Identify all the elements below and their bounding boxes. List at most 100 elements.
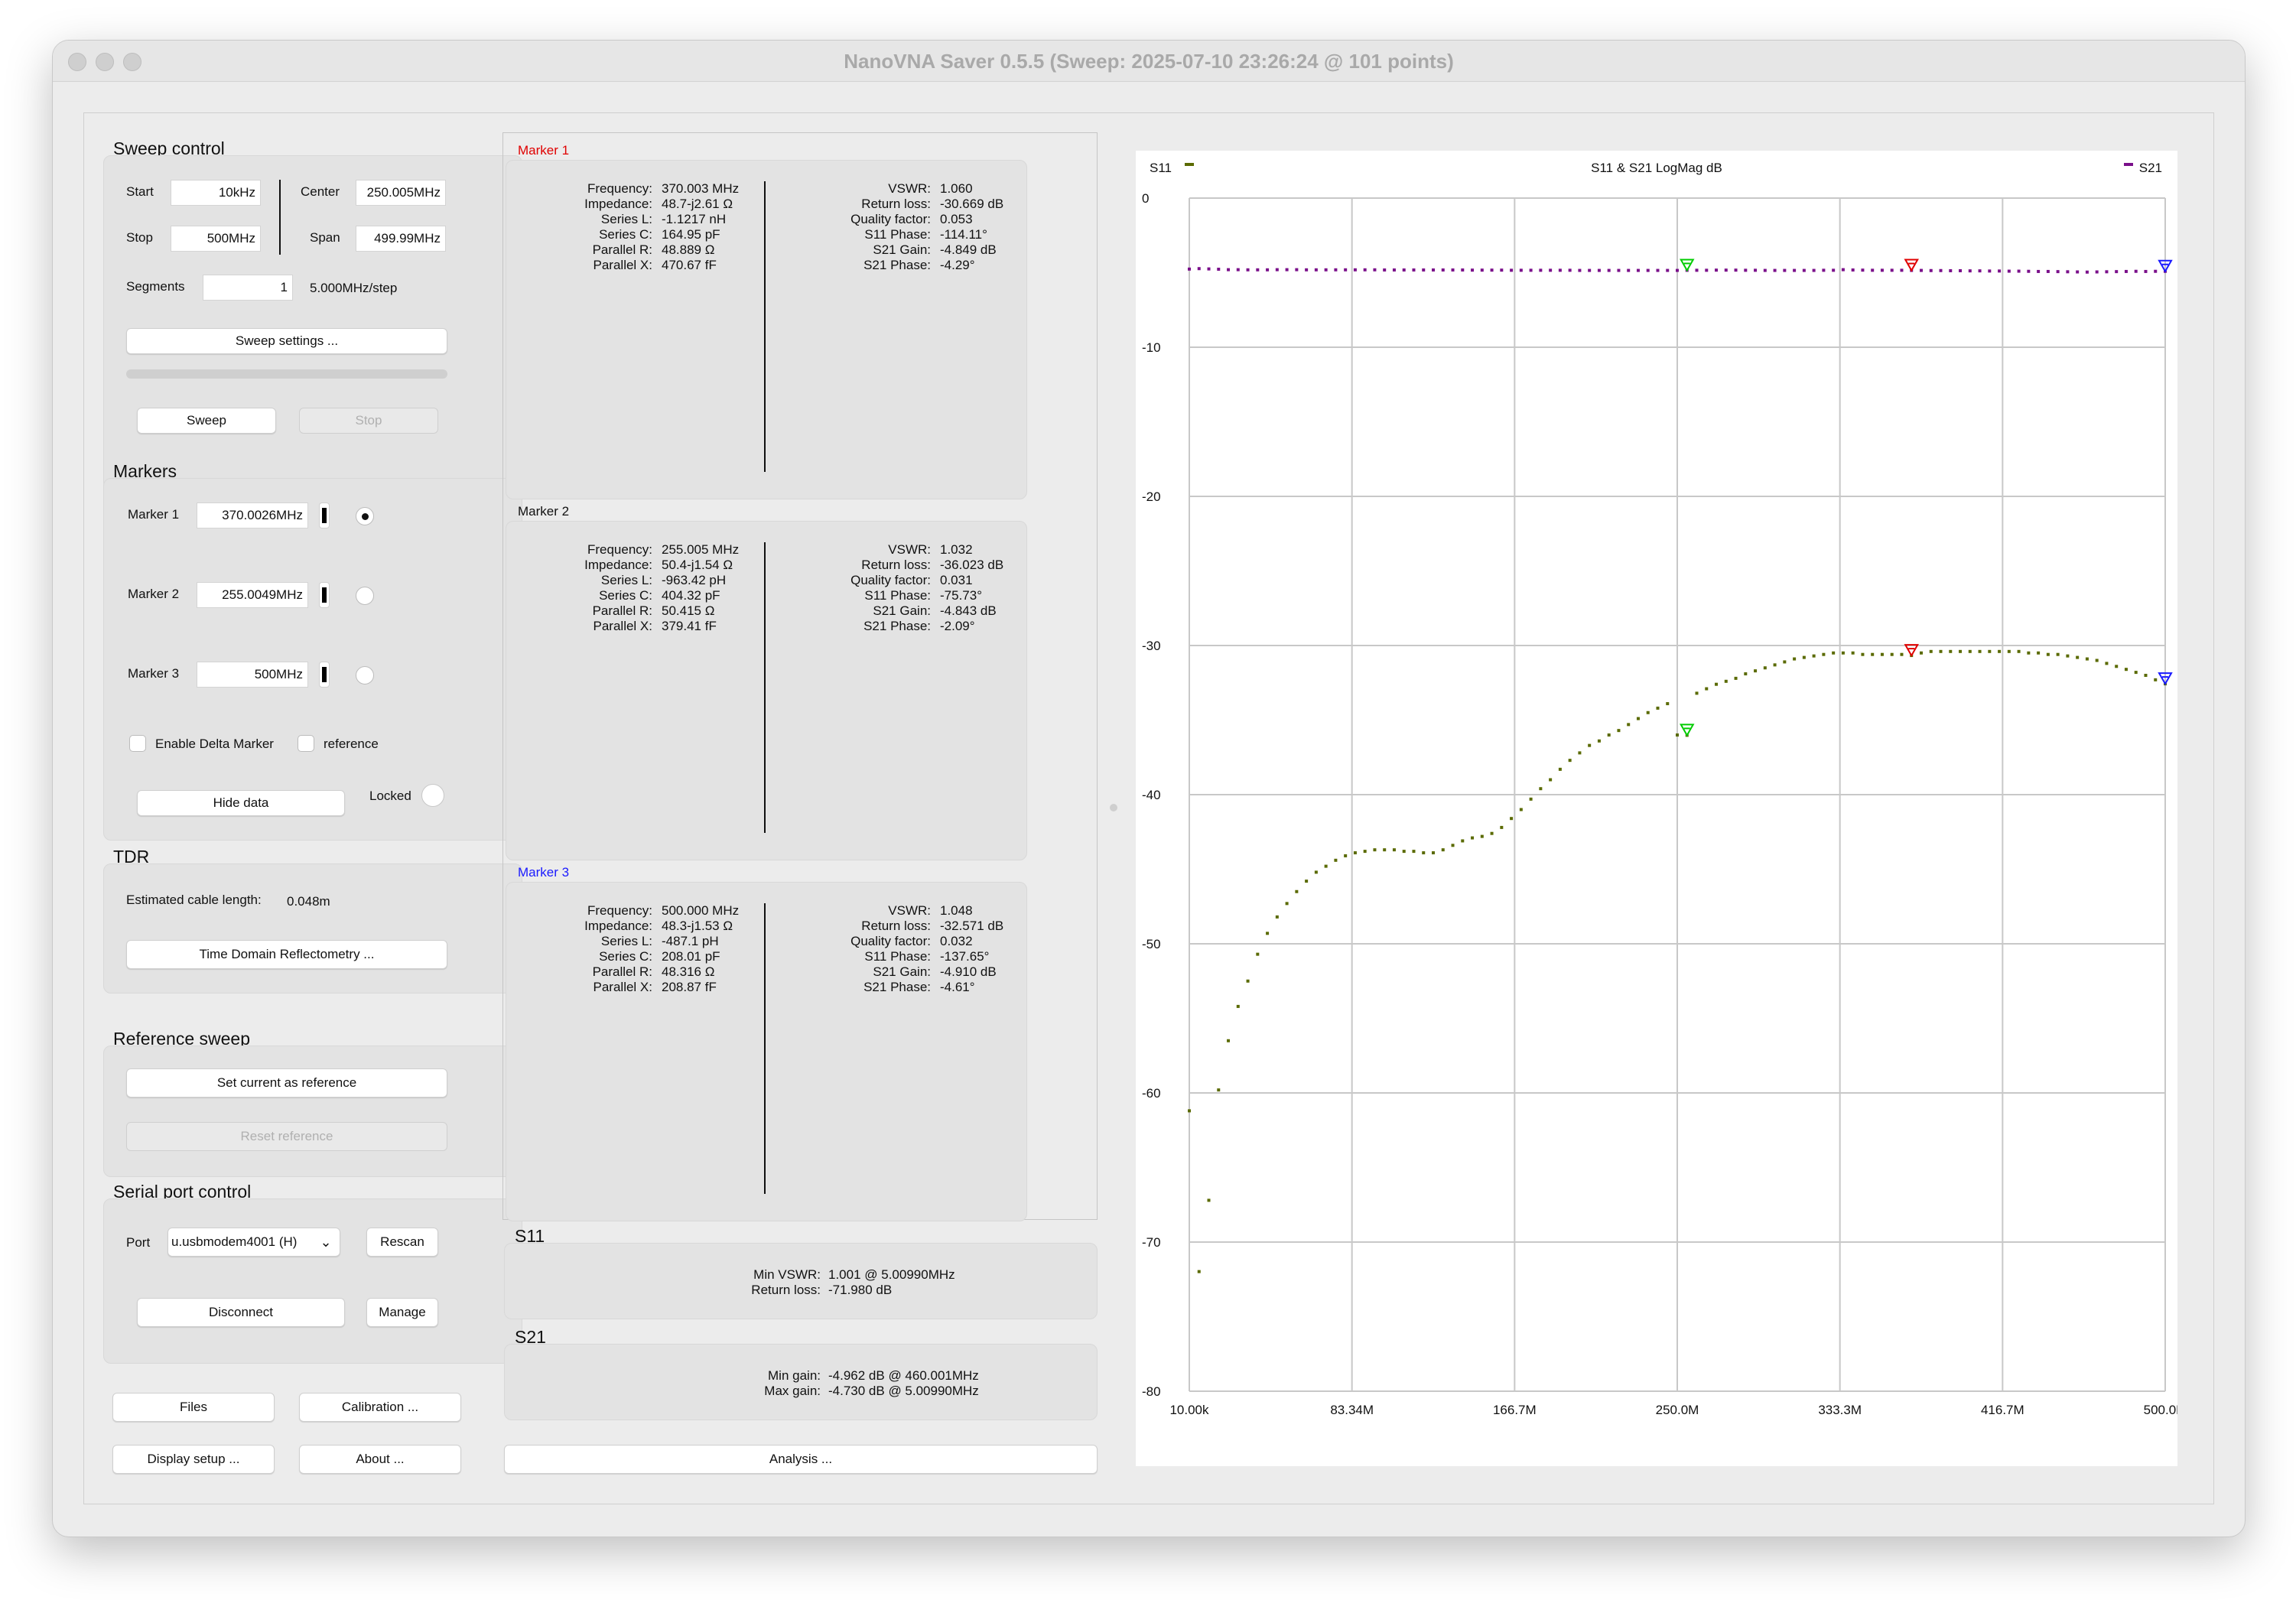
marker-left-field-label: Series L: [600,573,652,587]
reset-reference-button[interactable]: Reset reference [126,1122,447,1151]
s21-point [1744,268,1748,272]
s11-point [1529,797,1533,801]
marker1-label: Marker 1 [128,507,180,522]
s21-point [1412,268,1416,272]
reference-checkbox[interactable] [298,735,314,752]
s21-point [1285,268,1289,272]
center-field[interactable]: 250.005MHz [356,180,446,206]
marker-left-field-value: 470.67 fF [662,258,717,272]
marker1-color-button[interactable] [319,502,330,528]
tdr-button[interactable]: Time Domain Reflectometry ... [126,940,447,969]
calibration-button[interactable]: Calibration ... [299,1393,461,1422]
port-select[interactable]: u.usbmodem4001 (H) ⌄ [167,1228,340,1257]
marker-right-field-value: -114.11° [940,227,987,242]
summary-label: Min gain: [768,1368,821,1383]
reference-label: reference [324,737,379,751]
chevron-down-icon: ⌄ [320,1234,332,1250]
s21-point [1490,268,1494,272]
s21-point [1617,268,1621,272]
s11-point [1412,850,1416,854]
s21-point [1197,267,1201,271]
s11-point [1392,848,1396,852]
s21-point [1724,268,1728,272]
rescan-button[interactable]: Rescan [366,1228,438,1257]
s11-point [1851,651,1855,655]
y-tick-label: -20 [1142,489,1161,504]
s21-point [1432,268,1436,272]
s21-point [1373,268,1377,272]
marker1-active-radio[interactable] [356,507,374,525]
s21-point [1510,268,1514,272]
s21-point [1441,268,1445,272]
marker1-field[interactable]: 370.0026MHz [197,502,308,528]
enable-delta-marker-checkbox[interactable] [129,735,146,752]
marker-left-field-label: Parallel R: [592,242,652,257]
s11-point [1959,649,1963,653]
s11-point [1646,711,1650,714]
y-tick-label: -50 [1142,937,1161,951]
step-text: 5.000MHz/step [310,281,398,295]
sweep-button[interactable]: Sweep [137,408,276,434]
marker2-field[interactable]: 255.0049MHz [197,582,308,608]
marker-detail-title: Marker 1 [518,143,570,158]
marker-left-field-value: 164.95 pF [662,227,720,242]
s21-point [1480,268,1484,272]
s21-point [1295,268,1299,272]
marker-right-field-value: -4.849 dB [940,242,997,257]
sweep-settings-button[interactable]: Sweep settings ... [126,328,447,354]
s11-point [2027,651,2031,655]
s11-point [1227,1039,1231,1042]
marker-left-field-label: Parallel X: [593,619,652,633]
start-field[interactable]: 10kHz [171,180,261,206]
marker3-active-radio[interactable] [356,666,374,685]
s21-point [1812,268,1816,272]
marker-right-field-label: S11 Phase: [864,949,931,964]
s21-point [1929,268,1933,272]
s11-point [1783,660,1787,664]
analysis-button[interactable]: Analysis ... [504,1445,1098,1474]
display-setup-button[interactable]: Display setup ... [112,1445,275,1474]
port-select-value: u.usbmodem4001 (H) [171,1234,298,1249]
stop-button[interactable]: Stop [299,408,438,434]
s11-point [1451,844,1455,847]
marker-left-field-value: 208.87 fF [662,980,717,994]
s11-point [1861,652,1865,656]
marker-right-field-value: -4.910 dB [940,964,997,979]
x-tick-label: 333.3M [1818,1403,1862,1417]
about-button[interactable]: About ... [299,1445,461,1474]
x-tick-label: 416.7M [1981,1403,2024,1417]
s11-point [1578,751,1582,755]
hide-data-button[interactable]: Hide data [137,790,345,816]
s11-point [1773,663,1777,667]
s21-point [1461,268,1465,272]
s11-point [1919,651,1923,655]
marker-right-field-value: -75.73° [940,588,983,603]
marker3-color-button[interactable] [319,662,330,688]
s11-point [1314,870,1318,874]
splitter-handle[interactable] [1110,804,1117,811]
s21-point [1217,268,1221,272]
s11-point [1871,652,1875,656]
set-reference-button[interactable]: Set current as reference [126,1068,447,1098]
marker-right-field-label: S21 Gain: [873,603,931,618]
locked-toggle[interactable] [421,784,444,807]
sweep-progress-bar [126,369,447,379]
marker2-active-radio[interactable] [356,587,374,605]
marker3-field[interactable]: 500MHz [197,662,308,688]
s21-point [1959,268,1963,272]
s21-point [1802,268,1806,272]
files-button[interactable]: Files [112,1393,275,1422]
manage-button[interactable]: Manage [366,1298,438,1327]
s21-point [1978,269,1982,273]
summary-value: -71.980 dB [828,1283,893,1297]
marker-right-field-label: Quality factor: [850,573,931,587]
s21-point [1754,268,1758,272]
stop-field[interactable]: 500MHz [171,226,261,252]
s11-point [1295,889,1299,893]
marker2-color-button[interactable] [319,582,330,608]
marker-detail-title: Marker 3 [518,865,570,880]
s11-point [1285,902,1289,906]
segments-field[interactable]: 1 [203,275,293,301]
disconnect-button[interactable]: Disconnect [137,1298,345,1327]
span-field[interactable]: 499.99MHz [356,226,446,252]
